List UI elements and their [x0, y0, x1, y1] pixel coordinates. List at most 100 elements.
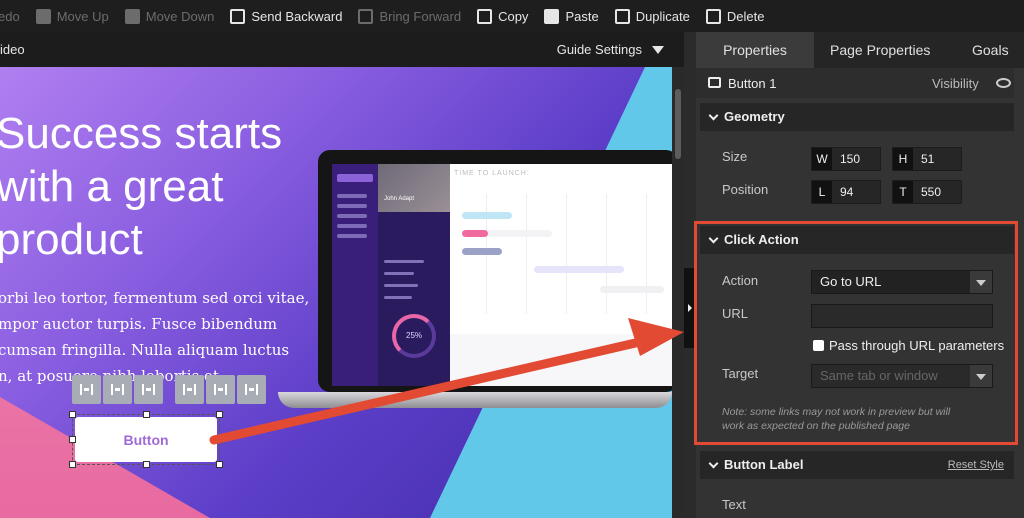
- move-up-button[interactable]: Move Up: [35, 8, 109, 24]
- height-value: 51: [921, 152, 935, 166]
- width-key: W: [812, 148, 832, 170]
- laptop-image[interactable]: John Adapt 25% TIME TO LAUNCH:: [318, 150, 672, 392]
- size-label: Size: [722, 149, 748, 164]
- tab-properties[interactable]: Properties: [696, 32, 814, 68]
- move-down-button[interactable]: Move Down: [124, 8, 215, 24]
- copy-label: Copy: [498, 8, 529, 24]
- alignment-toolbar: [72, 375, 266, 404]
- resize-handle[interactable]: [143, 411, 150, 418]
- send-backward-icon: [230, 8, 246, 24]
- headline-line: with a great: [0, 162, 224, 211]
- text-label: Text: [722, 497, 746, 512]
- left-field[interactable]: L 94: [811, 180, 881, 204]
- panel-tabs: Properties Page Properties Goals: [696, 32, 1024, 68]
- move-up-label: Move Up: [56, 8, 109, 24]
- bring-forward-button[interactable]: Bring Forward: [358, 8, 462, 24]
- redo-label: edo: [0, 8, 20, 24]
- resize-handle[interactable]: [216, 411, 223, 418]
- align-right-icon: [142, 384, 155, 395]
- duplicate-label: Duplicate: [635, 8, 690, 24]
- gauge-value: 25%: [406, 331, 423, 340]
- align-top-icon: [183, 384, 196, 395]
- top-value: 550: [921, 185, 942, 199]
- profile-name: John Adapt: [384, 196, 415, 202]
- selected-button-frame[interactable]: Button: [69, 411, 223, 468]
- app-sidebar: [332, 164, 378, 386]
- send-backward-label: Send Backward: [251, 8, 343, 24]
- bring-forward-label: Bring Forward: [379, 8, 462, 24]
- align-left-button[interactable]: [72, 375, 101, 404]
- button-label-section-header[interactable]: Button Label Reset Style: [700, 451, 1014, 479]
- chevron-down-icon: [652, 45, 664, 54]
- width-value: 150: [840, 152, 861, 166]
- headline-line: product: [0, 215, 143, 264]
- resize-handle[interactable]: [69, 436, 76, 443]
- guide-settings-label: Guide Settings: [556, 42, 642, 57]
- position-label: Position: [722, 182, 769, 197]
- stats-footer: [450, 334, 672, 386]
- geometry-section-header[interactable]: Geometry: [700, 103, 1014, 131]
- guide-settings-dropdown[interactable]: Guide Settings: [557, 42, 664, 57]
- width-field[interactable]: W 150: [811, 147, 881, 171]
- left-value: 94: [840, 185, 854, 199]
- paste-button[interactable]: Paste: [544, 8, 599, 24]
- time-to-launch-label: TIME TO LAUNCH:: [454, 170, 530, 177]
- tab-goals[interactable]: Goals: [972, 32, 1009, 68]
- button-element-icon: [708, 77, 721, 88]
- trash-icon: [705, 8, 721, 24]
- page-button[interactable]: Button: [75, 417, 217, 462]
- move-down-icon: [124, 8, 140, 24]
- dashboard-screenshot: John Adapt 25% TIME TO LAUNCH:: [332, 164, 672, 386]
- height-field[interactable]: H 51: [892, 147, 962, 171]
- scrollbar-thumb[interactable]: [675, 89, 681, 159]
- align-center-button[interactable]: [103, 375, 132, 404]
- copy-button[interactable]: Copy: [477, 8, 529, 24]
- send-backward-button[interactable]: Send Backward: [230, 8, 343, 24]
- delete-button[interactable]: Delete: [705, 8, 765, 24]
- delete-label: Delete: [726, 8, 765, 24]
- page-canvas[interactable]: Success starts with a great product orbi…: [0, 67, 672, 518]
- body-paragraph[interactable]: orbi leo tortor, fermentum sed orci vita…: [0, 285, 309, 389]
- align-top-button[interactable]: [175, 375, 204, 404]
- laptop-base: [278, 392, 672, 408]
- resize-handle[interactable]: [69, 411, 76, 418]
- resize-handle[interactable]: [143, 461, 150, 468]
- move-down-label: Move Down: [145, 8, 215, 24]
- visibility-label[interactable]: Visibility: [932, 76, 979, 91]
- align-middle-button[interactable]: [206, 375, 235, 404]
- duplicate-button[interactable]: Duplicate: [614, 8, 690, 24]
- canvas-header: ideo Guide Settings: [0, 32, 684, 67]
- resize-handle[interactable]: [216, 461, 223, 468]
- resize-handle[interactable]: [69, 461, 76, 468]
- redo-button[interactable]: edo: [0, 9, 20, 24]
- chevron-down-icon: [708, 458, 719, 469]
- resize-handle[interactable]: [216, 436, 223, 443]
- body-line: orbi leo tortor, fermentum sed orci vita…: [0, 289, 310, 307]
- align-right-button[interactable]: [134, 375, 163, 404]
- reset-style-link[interactable]: Reset Style: [948, 451, 1004, 479]
- canvas-scrollbar[interactable]: [672, 67, 684, 518]
- align-middle-icon: [214, 384, 227, 395]
- duplicate-icon: [614, 8, 630, 24]
- align-left-icon: [80, 384, 93, 395]
- move-up-icon: [35, 8, 51, 24]
- geometry-title: Geometry: [724, 109, 785, 124]
- height-key: H: [893, 148, 913, 170]
- copy-icon: [477, 8, 493, 24]
- profile-photo: [378, 164, 450, 212]
- paste-icon: [544, 8, 560, 24]
- align-center-icon: [111, 384, 124, 395]
- body-line: mpor auctor turpis. Fusce bibendum: [0, 315, 278, 333]
- eye-icon[interactable]: [996, 78, 1011, 88]
- align-bottom-button[interactable]: [237, 375, 266, 404]
- element-name: Button 1: [728, 76, 777, 91]
- canvas-title: ideo: [0, 42, 25, 57]
- top-toolbar: edo Move Up Move Down Send Backward Brin…: [0, 0, 1024, 32]
- headline[interactable]: Success starts with a great product: [0, 107, 282, 266]
- element-header: Button 1 Visibility: [696, 68, 1014, 98]
- top-key: T: [893, 181, 913, 203]
- tab-page-properties[interactable]: Page Properties: [830, 32, 930, 68]
- top-field[interactable]: T 550: [892, 180, 962, 204]
- left-key: L: [812, 181, 832, 203]
- body-line: cumsan fringilla. Nulla aliquam luctus: [0, 341, 290, 359]
